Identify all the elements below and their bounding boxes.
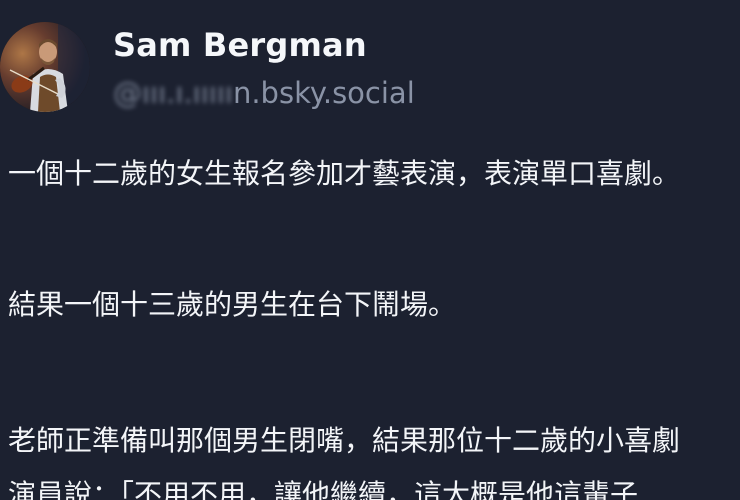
post-card[interactable]: Sam Bergman @ııı.ı.ııııın.bsky.social 一個… — [0, 0, 740, 500]
author-handle[interactable]: @ııı.ı.ııııın.bsky.social — [113, 76, 415, 110]
post-paragraph: 演員說：「不用不用，讓他繼續，這大概是他這輩子 — [8, 478, 639, 500]
user-avatar-photo-icon — [0, 22, 90, 112]
author-handle-domain: n.bsky.social — [232, 76, 415, 110]
post-paragraph: 老師正準備叫那個男生閉嘴，結果那位十二歲的小喜劇 — [8, 424, 681, 457]
post-paragraph: 一個十二歲的女生報名參加才藝表演，表演單口喜劇。 — [8, 157, 681, 190]
post-header: Sam Bergman @ııı.ı.ııııın.bsky.social — [0, 0, 740, 130]
post-paragraph: 結果一個十三歲的男生在台下鬧場。 — [8, 288, 457, 321]
author-display-name[interactable]: Sam Bergman — [113, 26, 367, 64]
avatar[interactable] — [0, 22, 90, 112]
author-handle-redacted: @ııı.ı.ııııı — [113, 76, 233, 110]
